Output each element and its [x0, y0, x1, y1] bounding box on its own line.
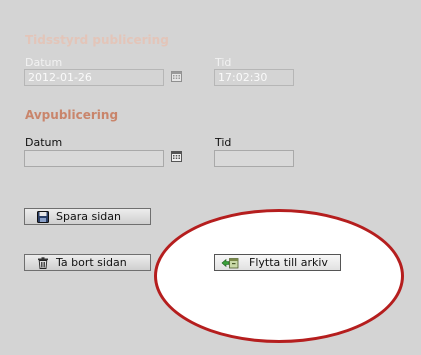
archive-icon — [221, 257, 239, 268]
timed-publishing-title: Tidsstyrd publicering — [25, 33, 169, 47]
calendar-icon[interactable] — [171, 151, 182, 162]
timed-publishing-time-field[interactable]: 17:02:30 — [214, 69, 294, 86]
timed-publishing-date-field[interactable]: 2012-01-26 — [24, 69, 164, 86]
floppy-disk-icon — [37, 210, 49, 223]
unpublishing-title: Avpublicering — [25, 108, 119, 122]
unpublishing-date-label: Datum — [25, 136, 63, 149]
delete-page-label: Ta bort sidan — [56, 256, 127, 269]
timed-publishing-date-label: Datum — [25, 56, 63, 69]
trash-icon — [38, 256, 48, 269]
move-to-archive-button[interactable]: Flytta till arkiv — [214, 254, 341, 271]
timed-publishing-time-label: Tid — [215, 56, 232, 69]
unpublishing-time-label: Tid — [215, 136, 232, 149]
page: Tidsstyrd publicering Datum 2012-01-26 T… — [0, 0, 421, 355]
save-page-label: Spara sidan — [56, 210, 121, 223]
unpublishing-time-field[interactable] — [214, 150, 294, 167]
unpublishing-date-field[interactable] — [24, 150, 164, 167]
save-page-button[interactable]: Spara sidan — [24, 208, 151, 225]
move-to-archive-label: Flytta till arkiv — [249, 256, 328, 269]
calendar-icon[interactable] — [171, 71, 182, 82]
delete-page-button[interactable]: Ta bort sidan — [24, 254, 151, 271]
highlight-oval — [154, 209, 404, 343]
